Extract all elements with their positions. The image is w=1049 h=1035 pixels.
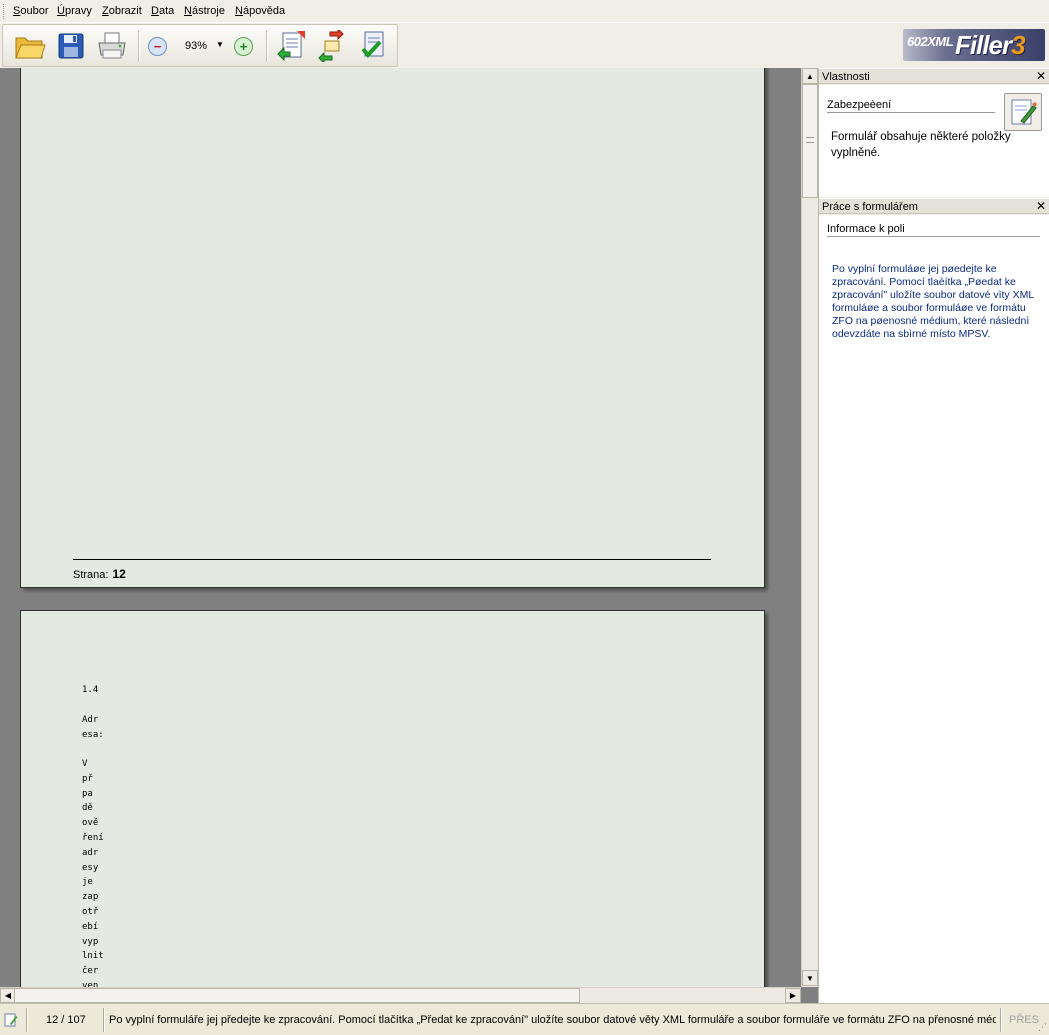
- toolbar-separator: [138, 30, 140, 62]
- signature-edit-icon: [1011, 99, 1037, 125]
- footer-label: Strana:: [73, 569, 109, 581]
- arrow-down-icon: ▼: [806, 973, 814, 983]
- arrow-right-icon: ▶: [789, 991, 797, 1000]
- folder-open-icon: [15, 37, 46, 59]
- scroll-right-button[interactable]: ▶: [785, 988, 801, 1003]
- horizontal-scrollbar[interactable]: ◀ ▶: [0, 987, 801, 1003]
- form-work-panel-header: Práce s formulářem ✕: [819, 198, 1049, 214]
- menu-nastroje[interactable]: Nástroje: [184, 5, 225, 17]
- zoom-in-icon: +: [239, 39, 248, 54]
- resize-grip-icon[interactable]: ⋰: [1038, 1022, 1047, 1033]
- form-import-button[interactable]: [273, 28, 309, 64]
- field-info-text: Po vyplní formuláøe jej pøedejte ke zpra…: [832, 263, 1034, 340]
- status-divider: [26, 1008, 28, 1032]
- logo-prefix: 602XML: [907, 34, 954, 49]
- arrow-left-icon: ◀: [4, 991, 12, 1000]
- section-number: 1.4: [82, 685, 99, 695]
- vertical-scroll-thumb[interactable]: [802, 84, 818, 198]
- print-button[interactable]: [94, 28, 130, 64]
- form-export-button[interactable]: [313, 28, 349, 64]
- status-divider: [103, 1008, 105, 1032]
- signature-button[interactable]: [1004, 93, 1042, 131]
- scroll-down-button[interactable]: ▼: [802, 970, 818, 986]
- form-validate-icon: [361, 31, 384, 59]
- form-import-icon: [277, 31, 305, 62]
- menu-grip: [3, 4, 6, 19]
- form-work-panel-body: Informace k poli Po vyplní formuláøe jej…: [819, 215, 1049, 1003]
- menu-bar: Soubor Úpravy Zobrazit Data Nástroje Náp…: [0, 0, 1049, 23]
- field-info-section-label: Informace k poli: [827, 223, 1040, 237]
- close-icon[interactable]: ✕: [1036, 199, 1046, 213]
- close-icon[interactable]: ✕: [1036, 69, 1046, 83]
- toolbar: − 93% ▼ +: [2, 24, 398, 67]
- form-work-panel-title: Práce s formulářem: [822, 201, 918, 213]
- status-message: Po vyplní formuláře jej předejte ke zpra…: [109, 1014, 996, 1026]
- menu-soubor[interactable]: Soubor: [13, 5, 48, 17]
- status-bar: 12 / 107 Po vyplní formuláře jej předejt…: [0, 1003, 1049, 1035]
- security-section-label: Zabezpeèení: [827, 99, 995, 113]
- horizontal-scroll-thumb[interactable]: [14, 988, 580, 1003]
- form-validate-button[interactable]: [355, 28, 391, 64]
- properties-panel-title: Vlastnosti: [822, 71, 870, 83]
- side-panel: Vlastnosti ✕ Zabezpeèení Formulář obsahu…: [818, 68, 1049, 1003]
- page-footer: Strana: 12: [73, 567, 126, 581]
- overwrite-mode-indicator: PŘES: [1009, 1014, 1039, 1026]
- security-description: Formulář obsahuje některé položky vyplně…: [831, 131, 1011, 159]
- footer-rule: [73, 559, 711, 560]
- edit-mode-icon: [4, 1013, 18, 1030]
- footer-page-number: 12: [112, 567, 126, 581]
- chevron-down-icon[interactable]: ▼: [216, 40, 224, 49]
- menu-upravy[interactable]: Úpravy: [57, 5, 92, 17]
- address-label: Adr esa:: [82, 715, 104, 740]
- properties-panel-body: Zabezpeèení Formulář obsahuje některé po…: [819, 85, 1049, 197]
- toolbar-separator: [266, 30, 268, 62]
- page-indicator: 12 / 107: [46, 1014, 86, 1026]
- logo-name: Filler3: [955, 30, 1026, 60]
- menu-napoveda[interactable]: Nápověda: [235, 5, 285, 17]
- document-viewport[interactable]: Strana: 12 1.4 Adr esa: V př pa dě ově ře…: [0, 68, 801, 987]
- vertical-scrollbar[interactable]: ▲ ▼: [801, 68, 818, 987]
- app-logo: 602XML Filler3: [903, 29, 1045, 61]
- zoom-in-button[interactable]: +: [234, 37, 253, 56]
- zoom-value[interactable]: 93%: [185, 40, 207, 52]
- scroll-up-button[interactable]: ▲: [802, 68, 818, 84]
- zoom-out-button[interactable]: −: [148, 37, 167, 56]
- address-note-text: V př pa dě ově ření adr esy je zap otř e…: [82, 759, 104, 987]
- printer-icon: [98, 32, 126, 59]
- open-button[interactable]: [12, 28, 48, 64]
- status-divider: [1000, 1008, 1002, 1032]
- form-export-icon: [318, 30, 344, 62]
- properties-panel-header: Vlastnosti ✕: [819, 68, 1049, 84]
- floppy-disk-icon: [58, 33, 84, 59]
- save-button[interactable]: [53, 28, 89, 64]
- form-page-12: Strana: 12: [20, 68, 765, 588]
- menu-data[interactable]: Data: [151, 5, 174, 17]
- menu-zobrazit[interactable]: Zobrazit: [102, 5, 142, 17]
- form-page-13: 1.4 Adr esa: V př pa dě ově ření adr esy…: [20, 610, 765, 987]
- arrow-up-icon: ▲: [806, 71, 814, 81]
- zoom-out-icon: −: [153, 39, 162, 54]
